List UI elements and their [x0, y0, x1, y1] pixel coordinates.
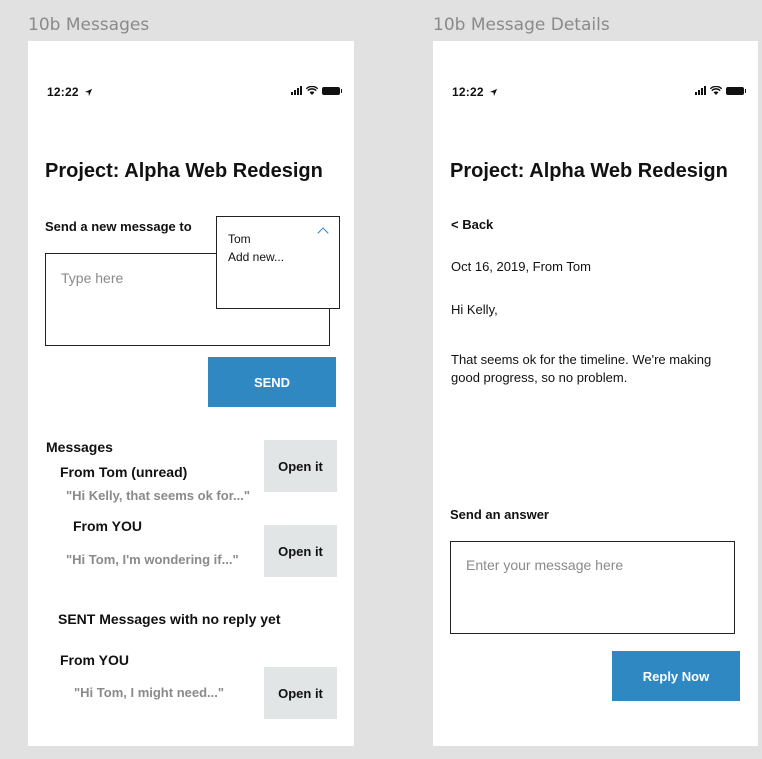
location-arrow-icon	[490, 88, 498, 97]
message-preview: "Hi Kelly, that seems ok for..."	[66, 488, 251, 503]
open-message-button[interactable]: Open it	[264, 440, 337, 492]
status-icons	[695, 86, 746, 95]
back-link[interactable]: < Back	[451, 217, 493, 232]
page-title: Project: Alpha Web Redesign	[45, 160, 323, 182]
answer-placeholder: Enter your message here	[466, 557, 624, 573]
message-sender: From YOU	[73, 518, 142, 534]
sent-message-preview: "Hi Tom, I might need..."	[74, 685, 225, 700]
chevron-up-icon[interactable]	[317, 227, 329, 239]
artboard-title-message-details: 10b Message Details	[433, 15, 610, 35]
recipient-option-tom[interactable]: Tom	[228, 232, 251, 246]
recipient-dropdown[interactable]: Tom Add new...	[216, 216, 340, 309]
sent-message-sender: From YOU	[60, 652, 129, 668]
messages-screen: 12:22 Project: Alpha Web Redesign Send a…	[28, 41, 354, 746]
status-time-text: 12:22	[47, 85, 79, 99]
message-greeting: Hi Kelly,	[451, 302, 498, 317]
messages-heading: Messages	[46, 439, 113, 455]
answer-label: Send an answer	[450, 507, 549, 522]
message-meta: Oct 16, 2019, From Tom	[451, 259, 591, 274]
open-message-button[interactable]: Open it	[264, 525, 337, 577]
sent-messages-heading: SENT Messages with no reply yet	[58, 611, 281, 627]
recipient-option-add-new[interactable]: Add new...	[228, 250, 284, 264]
status-time: 12:22	[47, 85, 93, 99]
reply-now-button[interactable]: Reply Now	[612, 651, 740, 701]
new-message-placeholder: Type here	[61, 270, 124, 286]
message-body: That seems ok for the timeline. We're ma…	[451, 352, 712, 385]
artboard-title-messages: 10b Messages	[28, 15, 150, 35]
location-arrow-icon	[85, 88, 93, 97]
send-to-label: Send a new message to	[45, 219, 192, 234]
message-sender: From Tom (unread)	[60, 464, 188, 480]
message-details-screen: 12:22 Project: Alpha Web Redesign < Back…	[433, 41, 758, 746]
message-preview: "Hi Tom, I'm wondering if..."	[66, 552, 239, 567]
wifi-icon	[710, 86, 722, 95]
battery-icon	[726, 86, 746, 95]
answer-input[interactable]: Enter your message here	[450, 541, 735, 634]
signal-icon	[291, 86, 302, 95]
wifi-icon	[306, 86, 318, 95]
send-button[interactable]: SEND	[208, 357, 336, 407]
status-icons	[291, 86, 342, 95]
status-time-text: 12:22	[452, 85, 484, 99]
open-sent-message-button[interactable]: Open it	[264, 667, 337, 719]
battery-icon	[322, 86, 342, 95]
signal-icon	[695, 86, 706, 95]
page-title: Project: Alpha Web Redesign	[450, 160, 728, 182]
status-time: 12:22	[452, 85, 498, 99]
